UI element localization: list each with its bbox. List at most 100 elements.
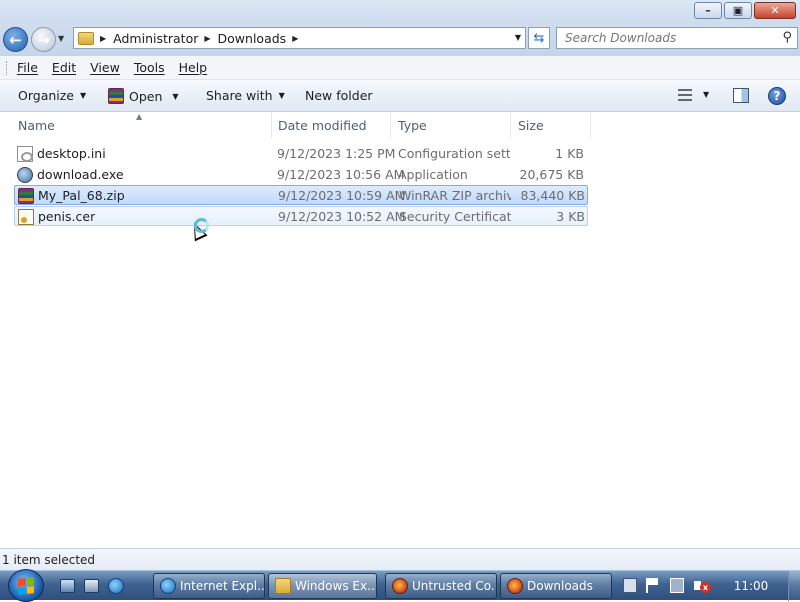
sort-arrow-icon: ▲ — [136, 112, 143, 121]
start-button[interactable] — [8, 569, 44, 602]
maximize-button[interactable]: ▣ — [724, 2, 752, 19]
back-arrow-icon: ← — [9, 30, 22, 49]
column-header-size[interactable]: Size — [513, 112, 591, 138]
settings-file-icon — [17, 146, 33, 162]
task-label: Downloads — [527, 579, 593, 593]
refresh-button[interactable]: ⇆ — [528, 27, 550, 49]
help-icon[interactable]: ? — [768, 87, 786, 105]
firefox-icon — [392, 578, 408, 594]
file-date: 9/12/2023 10:59 AM — [278, 188, 406, 203]
open-label: Open — [129, 88, 163, 104]
minimize-icon: – — [705, 4, 711, 17]
file-name: penis.cer — [38, 209, 96, 224]
close-icon: ✕ — [770, 4, 780, 17]
organize-button[interactable]: Organize ▼ — [18, 88, 86, 103]
share-with-button[interactable]: Share with ▼ — [206, 88, 285, 103]
windows-logo-icon — [18, 576, 34, 595]
command-bar: Organize ▼ Open ▼ Share with ▼ New folde… — [0, 80, 800, 112]
application-icon — [17, 167, 33, 183]
certificate-icon — [18, 209, 34, 225]
file-row-hover[interactable]: penis.cer 9/12/2023 10:52 AM Security Ce… — [14, 206, 588, 226]
chevron-right-icon[interactable]: ▶ — [292, 34, 298, 43]
internet-explorer-quicklaunch-icon[interactable] — [108, 578, 124, 594]
file-list: desktop.ini 9/12/2023 1:25 PM Configurat… — [0, 143, 800, 548]
file-date: 9/12/2023 1:25 PM — [277, 146, 396, 161]
notepad-tray-icon[interactable] — [623, 578, 637, 593]
menu-bar: File Edit View Tools Help — [0, 56, 800, 80]
menu-tools[interactable]: Tools — [134, 60, 165, 75]
action-center-flag-icon[interactable] — [646, 578, 660, 593]
folder-icon — [78, 31, 94, 45]
show-desktop-quicklaunch-icon[interactable] — [60, 579, 75, 593]
show-desktop-button[interactable] — [788, 571, 800, 601]
breadcrumb-administrator[interactable]: Administrator — [113, 31, 198, 46]
winrar-icon — [108, 88, 124, 104]
file-row-selected[interactable]: My_Pal_68.zip 9/12/2023 10:59 AM WinRAR … — [14, 185, 588, 205]
taskbar-button-downloads[interactable]: Downloads — [500, 573, 612, 599]
network-tray-icon[interactable] — [670, 578, 684, 593]
preview-pane-icon[interactable] — [733, 88, 749, 103]
file-size: 3 KB — [556, 209, 585, 224]
task-label: Windows Ex... — [295, 579, 377, 593]
file-type: Security Certificate — [399, 209, 511, 224]
column-header-type[interactable]: Type — [393, 112, 511, 138]
search-input[interactable] — [565, 29, 775, 47]
menu-edit[interactable]: Edit — [52, 60, 76, 75]
search-icon[interactable]: ⚲ — [782, 30, 792, 45]
column-header-date[interactable]: Date modified — [273, 112, 391, 138]
busy-spinner-icon — [194, 218, 209, 233]
menu-view[interactable]: View — [90, 60, 120, 75]
column-size-label: Size — [518, 117, 544, 133]
file-type: Application — [398, 167, 468, 182]
taskbar-button-internet-explorer[interactable]: Internet Expl... — [153, 573, 265, 599]
organize-label: Organize — [18, 88, 74, 103]
change-view-icon[interactable] — [678, 89, 692, 101]
search-box[interactable]: ⚲ — [556, 27, 798, 49]
menu-help[interactable]: Help — [179, 60, 208, 75]
column-name-label: Name — [18, 117, 55, 133]
muted-x-icon: x — [700, 582, 711, 593]
back-button[interactable]: ← — [3, 27, 28, 52]
close-button[interactable]: ✕ — [754, 2, 796, 19]
file-date: 9/12/2023 10:56 AM — [277, 167, 405, 182]
column-type-label: Type — [398, 117, 427, 133]
volume-muted-icon[interactable]: x — [694, 578, 711, 593]
file-size: 20,675 KB — [519, 167, 584, 182]
file-row[interactable]: download.exe 9/12/2023 10:56 AM Applicat… — [14, 165, 588, 185]
taskbar: Internet Expl... Windows Ex... Untrusted… — [0, 569, 800, 602]
minimize-button[interactable]: – — [694, 2, 722, 19]
maximize-icon: ▣ — [732, 4, 744, 17]
task-label: Internet Expl... — [180, 579, 265, 593]
task-label: Untrusted Co... — [412, 579, 497, 593]
chevron-down-icon: ▼ — [172, 91, 179, 101]
new-folder-button[interactable]: New folder — [305, 88, 373, 103]
address-history-dropdown[interactable]: ▼ — [515, 33, 521, 42]
chevron-down-icon: ▼ — [278, 91, 285, 100]
switch-windows-quicklaunch-icon[interactable] — [84, 579, 99, 593]
file-size: 83,440 KB — [520, 188, 585, 203]
title-bar: – ▣ ✕ — [0, 0, 800, 24]
taskbar-clock[interactable]: 11:00 — [720, 571, 782, 601]
chevron-right-icon[interactable]: ▶ — [204, 34, 210, 43]
chevron-down-icon[interactable]: ▼ — [703, 90, 709, 99]
refresh-icon: ⇆ — [533, 30, 545, 46]
firefox-icon — [507, 578, 523, 594]
taskbar-button-windows-explorer[interactable]: Windows Ex... — [268, 573, 377, 599]
file-type: WinRAR ZIP archive — [399, 188, 511, 203]
file-name: desktop.ini — [37, 146, 106, 161]
menu-file[interactable]: File — [17, 60, 38, 75]
new-folder-label: New folder — [305, 88, 373, 103]
file-row[interactable]: desktop.ini 9/12/2023 1:25 PM Configurat… — [14, 144, 588, 164]
forward-button[interactable]: → — [31, 27, 56, 52]
chevron-down-icon: ▼ — [80, 91, 87, 100]
open-button[interactable]: Open ▼ — [108, 88, 179, 104]
status-bar: 1 item selected — [0, 548, 800, 570]
column-date-label: Date modified — [278, 117, 367, 133]
chevron-right-icon[interactable]: ▶ — [100, 34, 106, 43]
recent-pages-dropdown[interactable]: ▼ — [58, 34, 64, 43]
taskbar-button-untrusted-connection[interactable]: Untrusted Co... — [385, 573, 497, 599]
address-bar[interactable]: ▶ Administrator ▶ Downloads ▶ ▼ — [73, 27, 526, 49]
menu-grip — [6, 60, 9, 75]
column-header-name[interactable]: Name — [13, 112, 272, 138]
breadcrumb-downloads[interactable]: Downloads — [218, 31, 287, 46]
